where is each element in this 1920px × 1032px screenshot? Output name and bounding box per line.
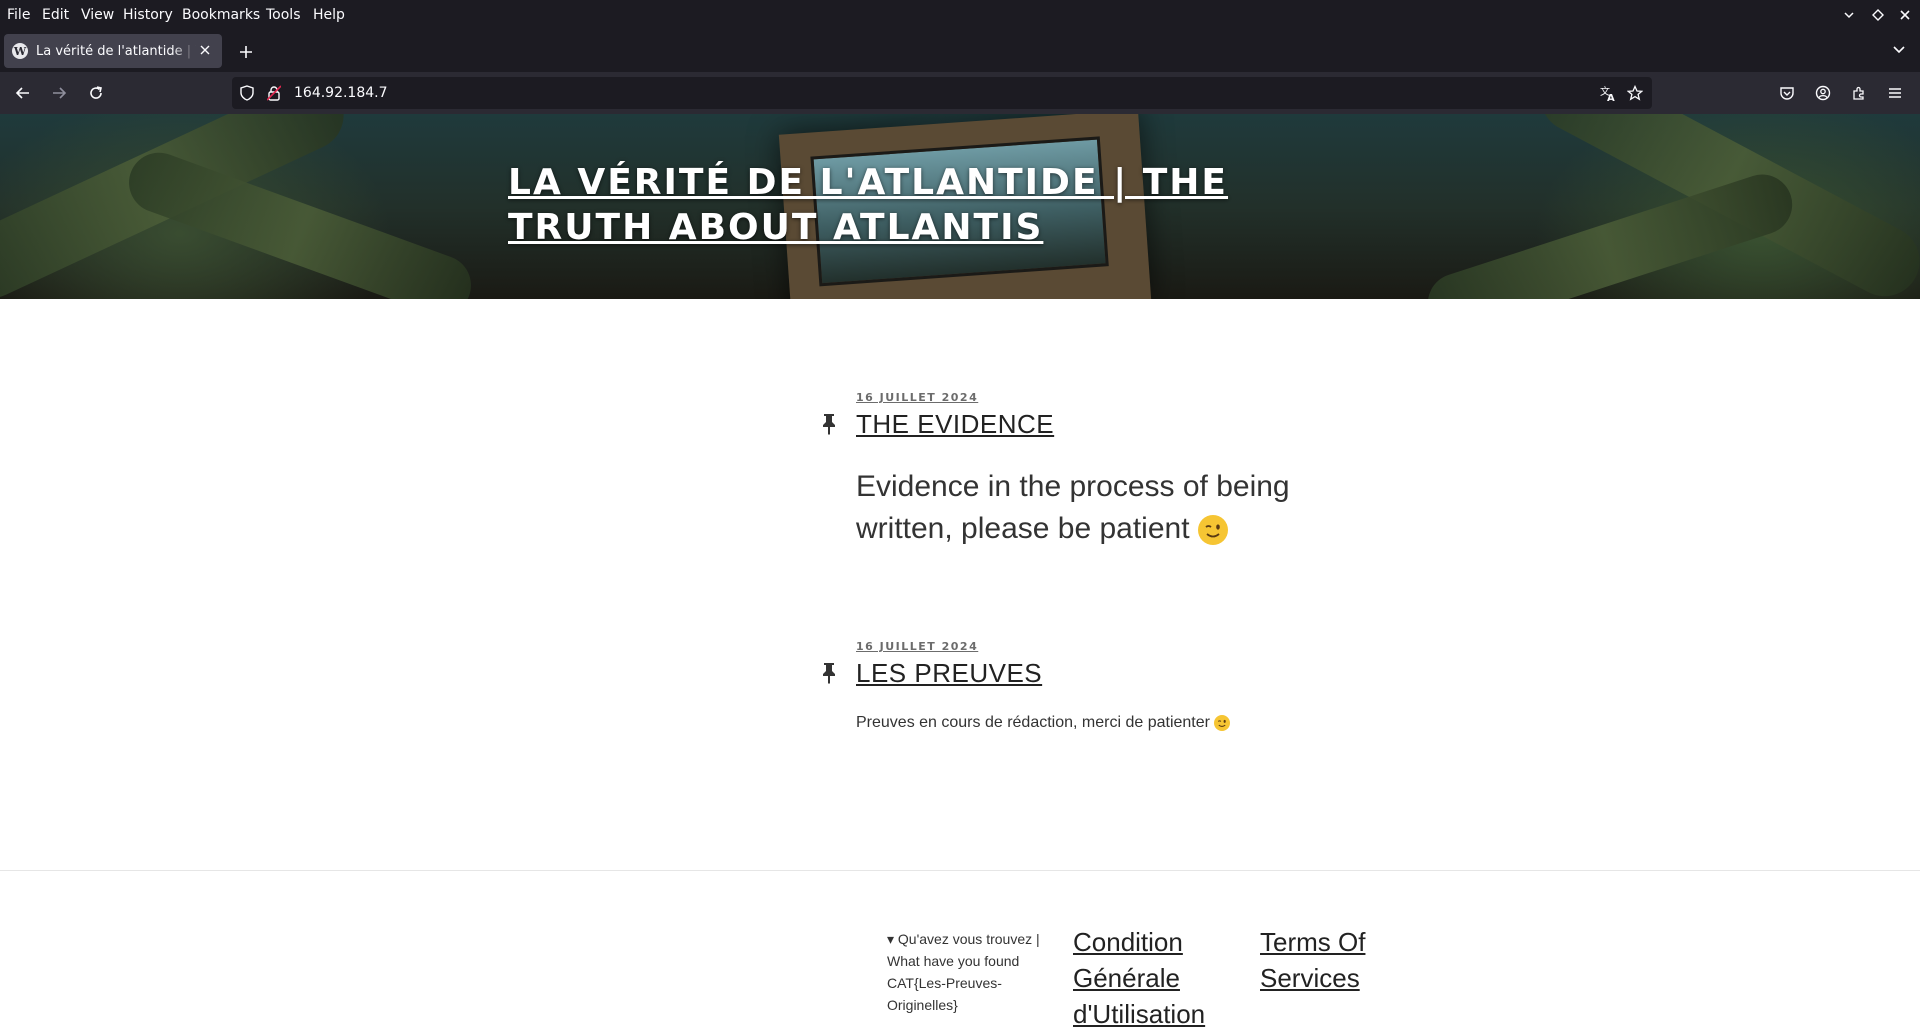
- app-menu-icon[interactable]: [1882, 80, 1908, 106]
- post-excerpt-text: Preuves en cours de rédaction, merci de …: [856, 714, 1210, 731]
- pin-icon: [820, 662, 840, 686]
- menu-help[interactable]: Help: [313, 7, 345, 23]
- pin-icon: [820, 413, 840, 437]
- header-image-root: [1420, 166, 1800, 299]
- winking-face-icon: [1214, 714, 1231, 731]
- menu-edit[interactable]: Edit: [42, 7, 69, 23]
- menu-file[interactable]: File: [7, 7, 30, 23]
- footer-link-cgu[interactable]: Condition Générale d'Utilisation: [1073, 924, 1223, 1032]
- forward-button[interactable]: [46, 80, 72, 106]
- maximize-icon[interactable]: [1868, 5, 1888, 25]
- post-title-row: Les preuves: [823, 658, 1416, 689]
- post-title-link[interactable]: The Evidence: [856, 409, 1054, 439]
- tab-title: La vérité de l'atlantide | The Truth Abo…: [36, 43, 196, 59]
- navigation-toolbar: 164.92.184.7 文A: [0, 72, 1920, 114]
- translate-icon[interactable]: 文A: [1599, 84, 1617, 102]
- site-title-link[interactable]: La vérité de l'atlantide | The Truth Abo…: [508, 160, 1388, 250]
- tracking-protection-icon[interactable]: [238, 84, 256, 102]
- browser-chrome: File Edit View History Bookmarks Tools H…: [0, 0, 1920, 114]
- site-header: La vérité de l'atlantide | The Truth Abo…: [0, 114, 1920, 299]
- list-all-tabs-icon[interactable]: [1892, 42, 1906, 60]
- reload-button[interactable]: [83, 80, 109, 106]
- header-image-root: [120, 144, 480, 299]
- footer-details-widget[interactable]: ▾ Qu'avez vous trouvez | What have you f…: [887, 928, 1057, 1016]
- post-date-link[interactable]: 16 juillet 2024: [856, 391, 1416, 404]
- footer-divider: [0, 870, 1920, 871]
- tab-active[interactable]: W La vérité de l'atlantide | The Truth A…: [4, 34, 222, 68]
- menu-bookmarks[interactable]: Bookmarks: [182, 7, 260, 23]
- bookmark-star-icon[interactable]: [1626, 84, 1644, 102]
- post-item: 16 juillet 2024 Les preuves Preuves en c…: [823, 640, 1416, 735]
- tab-close-icon[interactable]: [200, 44, 210, 59]
- post-item: 16 juillet 2024 The Evidence Evidence in…: [823, 391, 1416, 550]
- post-title-link[interactable]: Les preuves: [856, 658, 1042, 688]
- menu-view[interactable]: View: [81, 7, 114, 23]
- post-date-link[interactable]: 16 juillet 2024: [856, 640, 1416, 653]
- pocket-icon[interactable]: [1774, 80, 1800, 106]
- extensions-icon[interactable]: [1846, 80, 1872, 106]
- tab-strip: W La vérité de l'atlantide | The Truth A…: [0, 30, 1920, 72]
- post-title-row: The Evidence: [823, 409, 1416, 440]
- wordpress-icon: W: [12, 43, 28, 59]
- minimize-icon[interactable]: [1839, 5, 1859, 25]
- close-window-icon[interactable]: [1895, 5, 1915, 25]
- url-text[interactable]: 164.92.184.7: [294, 85, 388, 101]
- post-excerpt: Evidence in the process of being written…: [856, 466, 1376, 550]
- web-page: La vérité de l'atlantide | The Truth Abo…: [0, 114, 1920, 1032]
- account-icon[interactable]: [1810, 80, 1836, 106]
- menu-bar: File Edit View History Bookmarks Tools H…: [0, 0, 1920, 30]
- new-tab-button[interactable]: [234, 40, 258, 64]
- menu-tools[interactable]: Tools: [266, 7, 301, 23]
- address-bar[interactable]: 164.92.184.7 文A: [232, 77, 1652, 109]
- post-excerpt: Preuves en cours de rédaction, merci de …: [856, 711, 1416, 735]
- winking-face-icon: [1197, 515, 1228, 546]
- svg-text:A: A: [1607, 93, 1615, 102]
- back-button[interactable]: [10, 80, 36, 106]
- menu-history[interactable]: History: [123, 7, 173, 23]
- insecure-lock-icon[interactable]: [265, 84, 283, 102]
- footer-link-terms[interactable]: Terms Of Services: [1260, 924, 1390, 996]
